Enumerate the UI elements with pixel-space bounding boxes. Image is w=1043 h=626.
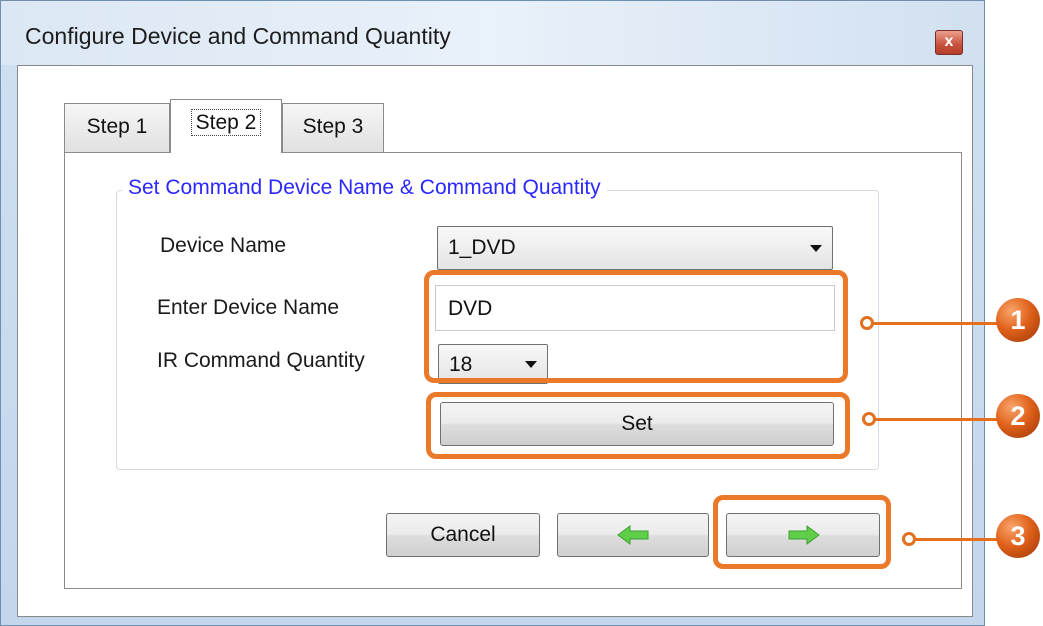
callout-dot-1 [860,316,874,330]
callout-line-1 [866,322,1002,325]
group-legend: Set Command Device Name & Command Quanti… [122,176,607,200]
callout-marker-1: 1 [996,298,1040,342]
tab-label: Step 1 [86,115,148,138]
device-name-value: 1_DVD [448,236,516,259]
title-bar[interactable]: Configure Device and Command Quantity x [1,1,984,65]
window-title: Configure Device and Command Quantity [25,23,451,49]
callout-line-3 [908,538,1006,541]
callout-line-2 [868,418,1002,421]
callout-marker-2: 2 [996,394,1040,438]
back-button[interactable] [557,513,709,557]
enter-device-name-label: Enter Device Name [157,296,340,319]
ir-command-quantity-label: IR Command Quantity [157,349,365,372]
close-button[interactable]: x [935,30,963,55]
callout-number: 3 [1010,521,1026,551]
callout-number: 2 [1010,401,1026,431]
cancel-button-label: Cancel [430,523,496,546]
tab-step-3[interactable]: Step 3 [282,103,384,153]
highlight-box-3 [713,495,891,569]
tab-label: Step 3 [302,115,364,138]
tab-step-1[interactable]: Step 1 [64,103,170,153]
chevron-down-icon [810,245,822,252]
callout-dot-3 [902,532,916,546]
tab-label: Step 2 [190,109,262,136]
tab-step-2[interactable]: Step 2 [170,99,282,153]
close-icon: x [944,33,954,50]
callout-dot-2 [862,412,876,426]
cancel-button[interactable]: Cancel [386,513,540,557]
callout-number: 1 [1010,305,1026,335]
device-name-label: Device Name [160,234,287,257]
highlight-box-2 [426,392,850,459]
highlight-box-1 [424,270,848,383]
callout-marker-3: 3 [996,514,1040,558]
left-arrow-icon [617,525,649,545]
device-name-dropdown[interactable]: 1_DVD [437,226,833,270]
